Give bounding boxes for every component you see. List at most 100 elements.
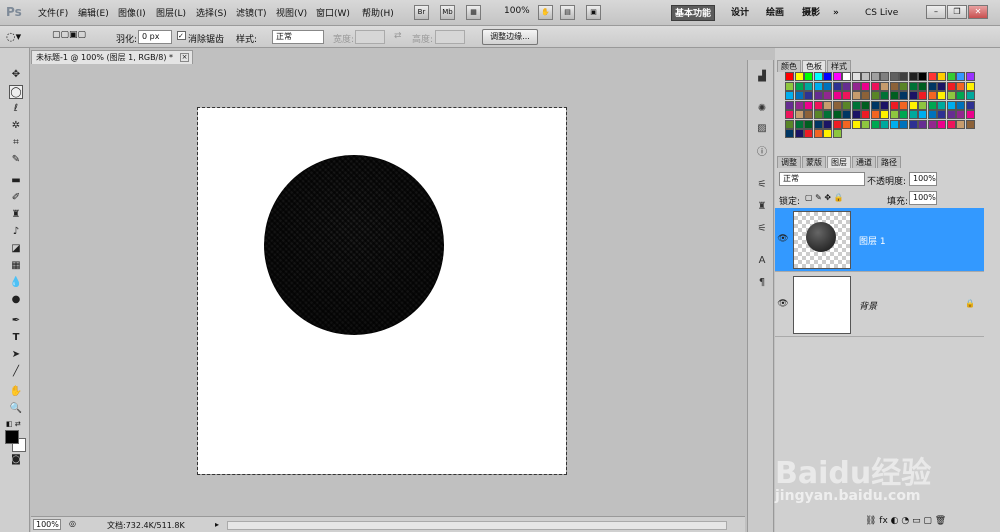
menu-help[interactable]: 帮助(H) xyxy=(362,6,394,19)
swatch[interactable] xyxy=(804,81,813,91)
eyedropper-tool-icon[interactable]: ✎ xyxy=(9,153,23,167)
swatch[interactable] xyxy=(937,81,946,91)
opacity-input[interactable]: 100% xyxy=(909,172,937,186)
swatch[interactable] xyxy=(870,110,880,119)
swatch[interactable] xyxy=(794,119,804,129)
swatch[interactable] xyxy=(813,81,823,91)
move-tool-icon[interactable]: ✥ xyxy=(9,68,23,82)
swatch[interactable] xyxy=(889,110,899,119)
workspace-design[interactable]: 设计 xyxy=(728,5,752,21)
type-tool-icon[interactable]: T xyxy=(9,331,23,345)
menu-select[interactable]: 选择(S) xyxy=(196,6,227,19)
swatch[interactable] xyxy=(851,72,861,81)
swatch[interactable] xyxy=(823,81,832,91)
swatch[interactable] xyxy=(937,110,946,119)
swatch[interactable] xyxy=(965,81,975,91)
swatch[interactable] xyxy=(794,110,804,119)
swatch[interactable] xyxy=(804,100,813,110)
history-brush-tool-icon[interactable]: ♪ xyxy=(9,225,23,239)
swatch[interactable] xyxy=(908,72,918,81)
swatch[interactable] xyxy=(908,100,918,110)
swatch[interactable] xyxy=(908,91,918,100)
workspace-essentials[interactable]: 基本功能 xyxy=(671,5,716,21)
antialias-checkbox[interactable]: ✓ xyxy=(177,31,186,40)
swatch[interactable] xyxy=(823,91,832,100)
tab-swatches[interactable]: 色板 xyxy=(802,60,826,72)
swatch[interactable] xyxy=(908,110,918,119)
tab-color[interactable]: 颜色 xyxy=(777,60,801,72)
histogram-panel-icon[interactable]: ▨ xyxy=(755,122,769,136)
clone-stamp-tool-icon[interactable]: ♜ xyxy=(9,208,23,222)
swatch[interactable] xyxy=(899,91,908,100)
close-document-icon[interactable]: × xyxy=(180,53,189,62)
swatch[interactable] xyxy=(842,100,851,110)
swatch[interactable] xyxy=(937,91,946,100)
swatch[interactable] xyxy=(813,91,823,100)
swatch[interactable] xyxy=(804,129,813,138)
swatch[interactable] xyxy=(851,110,861,119)
tab-styles[interactable]: 样式 xyxy=(827,60,851,72)
zoom-level[interactable]: 100% xyxy=(504,6,530,16)
document-tab[interactable]: 未标题-1 @ 100% (图层 1, RGB/8) * × xyxy=(31,50,193,64)
lasso-tool-icon[interactable]: ℓ xyxy=(9,102,23,116)
blur-tool-icon[interactable]: 💧 xyxy=(9,276,23,290)
arrange-documents-icon[interactable]: ▤ xyxy=(560,5,575,20)
swatch[interactable] xyxy=(927,91,937,100)
swatch[interactable] xyxy=(889,81,899,91)
menu-layer[interactable]: 图层(L) xyxy=(156,6,186,19)
swatch[interactable] xyxy=(956,72,965,81)
swatch[interactable] xyxy=(861,110,870,119)
restore-button[interactable]: ❐ xyxy=(947,5,967,19)
eraser-tool-icon[interactable]: ◪ xyxy=(9,242,23,256)
foreground-color-swatch[interactable] xyxy=(5,430,19,444)
swatch[interactable] xyxy=(832,81,842,91)
swatch[interactable] xyxy=(937,100,946,110)
swatch[interactable] xyxy=(927,100,937,110)
swatch[interactable] xyxy=(861,72,870,81)
swatch[interactable] xyxy=(965,119,975,129)
swatch[interactable] xyxy=(823,72,832,81)
swatch[interactable] xyxy=(870,119,880,129)
swatch[interactable] xyxy=(842,91,851,100)
swatch[interactable] xyxy=(937,119,946,129)
minimize-button[interactable]: – xyxy=(926,5,946,19)
character-panel-icon[interactable]: A xyxy=(755,254,769,268)
paragraph-panel-icon[interactable]: ¶ xyxy=(755,276,769,290)
swatch[interactable] xyxy=(842,81,851,91)
swatch[interactable] xyxy=(832,119,842,129)
tab-paths[interactable]: 路径 xyxy=(877,156,901,168)
swatch[interactable] xyxy=(794,91,804,100)
swatch[interactable] xyxy=(889,119,899,129)
swatch[interactable] xyxy=(889,72,899,81)
swatch[interactable] xyxy=(851,119,861,129)
swatch[interactable] xyxy=(946,119,956,129)
swatch[interactable] xyxy=(851,100,861,110)
swatch[interactable] xyxy=(842,72,851,81)
swatch[interactable] xyxy=(870,91,880,100)
swatch[interactable] xyxy=(785,100,794,110)
swatch[interactable] xyxy=(832,72,842,81)
bridge-button[interactable]: Br xyxy=(414,5,429,20)
swatch[interactable] xyxy=(965,100,975,110)
style-select[interactable]: 正常 xyxy=(272,30,324,44)
swatch[interactable] xyxy=(785,129,794,138)
swatch[interactable] xyxy=(918,91,927,100)
lock-icons[interactable]: ▢ ✎ ✥ 🔒 xyxy=(805,193,844,202)
layer-row[interactable]: 👁 背景 🔒 xyxy=(775,273,984,337)
swatch[interactable] xyxy=(956,110,965,119)
workspace-photography[interactable]: 摄影 xyxy=(799,5,823,21)
swatch[interactable] xyxy=(965,110,975,119)
swatch[interactable] xyxy=(794,129,804,138)
swatch[interactable] xyxy=(927,72,937,81)
status-zoom[interactable]: 100% xyxy=(33,519,61,530)
swatch[interactable] xyxy=(946,110,956,119)
swatch[interactable] xyxy=(899,110,908,119)
swatch[interactable] xyxy=(813,72,823,81)
swatch[interactable] xyxy=(946,81,956,91)
swatch[interactable] xyxy=(851,81,861,91)
more-workspaces-icon[interactable]: » xyxy=(830,5,842,21)
swatch[interactable] xyxy=(823,129,832,138)
layer-name[interactable]: 背景 xyxy=(859,299,877,312)
tool-presets-icon[interactable]: ⚟ xyxy=(755,222,769,236)
swatch[interactable] xyxy=(870,72,880,81)
